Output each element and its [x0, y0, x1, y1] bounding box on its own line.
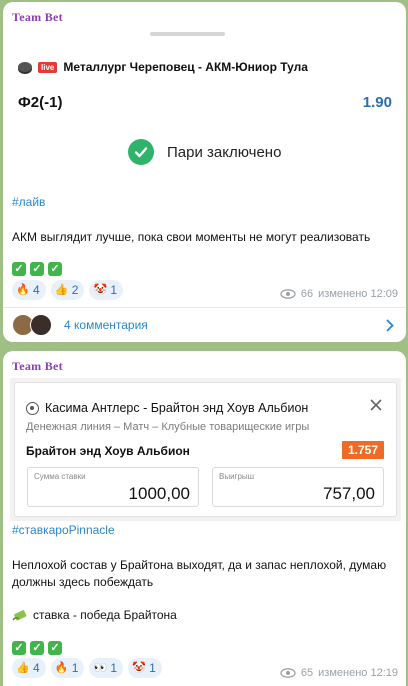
sheet-handle [150, 32, 225, 36]
check-marks: ✓ ✓ ✓ [12, 262, 62, 276]
comments-count: 4 комментария [64, 318, 148, 332]
check-mark-icon: ✓ [48, 641, 62, 655]
fire-emoji-icon: 🔥 [16, 284, 30, 296]
check-marks: ✓ ✓ ✓ [12, 641, 62, 655]
bet-slip-screenshot[interactable]: Касима Антлерс - Брайтон энд Хоув Альбио… [10, 378, 401, 521]
reaction-clown[interactable]: 🤡 1 [89, 280, 124, 300]
check-mark-icon: ✓ [12, 262, 26, 276]
bet-odds: 1.90 [362, 94, 392, 111]
check-mark-icon: ✓ [30, 641, 44, 655]
commenter-avatars [12, 314, 54, 336]
check-mark-icon: ✓ [30, 262, 44, 276]
avatar [30, 314, 52, 336]
post-meta: 65 изменено 12:19 [280, 667, 398, 679]
soccer-ball-icon [26, 401, 39, 415]
bet-slip-header: Касима Антлерс - Брайтон энд Хоув Альбио… [26, 401, 308, 415]
confirmation-text: Пари заключено [167, 143, 282, 161]
live-badge: live [38, 61, 58, 73]
comments-link[interactable]: 4 комментария [12, 314, 148, 336]
money-with-wings-icon [12, 609, 27, 621]
check-mark-icon: ✓ [48, 262, 62, 276]
fire-emoji-icon: 🔥 [54, 662, 69, 674]
eye-icon [280, 289, 296, 299]
reaction-count: 4 [33, 283, 40, 297]
close-icon [370, 399, 382, 411]
reaction-thumbs-up[interactable]: 👍 2 [50, 280, 85, 300]
hashtag-link[interactable]: #ставкаpоPinnacle [12, 523, 115, 537]
post-text: АКМ выглядит лучше, пока свои моменты не… [12, 230, 371, 244]
bet-market: Ф2(-1) [18, 94, 63, 111]
views-count: 66 [300, 288, 314, 300]
hashtag-link[interactable]: #лайв [12, 195, 45, 209]
reaction-count: 1 [110, 661, 118, 675]
reaction-count: 1 [149, 661, 156, 675]
reaction-count: 2 [71, 283, 79, 297]
channel-name[interactable]: Team Bet [12, 359, 63, 374]
thumbs-up-emoji-icon: 👍 [54, 284, 69, 296]
check-circle-icon [128, 139, 154, 165]
divider [3, 307, 406, 308]
win-field: Выигрыш 757,00 [212, 467, 384, 507]
eyes-emoji-icon: 👀 [93, 662, 108, 674]
reactions: 🔥 4 👍 2 🤡 1 [12, 280, 124, 300]
slip-pick: Брайтон энд Хоув Альбион [26, 444, 190, 458]
match-row: live Металлург Череповец - АКМ-Юниор Тул… [18, 60, 308, 74]
reaction-thumbs-up[interactable]: 👍 4 [12, 658, 46, 678]
post-meta: 66 изменено 12:09 [280, 288, 398, 300]
bet-slip-card: Касима Антлерс - Брайтон энд Хоув Альбио… [14, 382, 397, 517]
stake-field: Сумма ставки 1000,00 [27, 467, 199, 507]
eye-icon [280, 668, 296, 678]
bet-line: ставка - победа Брайтона [12, 607, 177, 624]
reactions: 👍 4 🔥 1 👀 1 🤡 1 [12, 658, 162, 678]
bet-confirmation: Пари заключено [128, 139, 281, 165]
reaction-clown[interactable]: 🤡 1 [128, 658, 162, 678]
stake-label: Сумма ставки [34, 472, 86, 481]
edited-time: изменено 12:19 [318, 667, 398, 679]
clown-emoji-icon: 🤡 [93, 284, 108, 296]
check-mark-icon: ✓ [12, 641, 26, 655]
reaction-fire[interactable]: 🔥 4 [12, 280, 46, 300]
bet-line-text: ставка - победа Брайтона [33, 608, 177, 622]
post-2: Team Bet Касима Антлерс - Брайтон энд Хо… [3, 351, 406, 686]
views-count: 65 [300, 667, 314, 679]
win-label: Выигрыш [219, 472, 255, 481]
post-text: Неплохой состав у Брайтона выходят, да и… [12, 558, 387, 589]
reaction-count: 1 [71, 661, 79, 675]
post-1: Team Bet live Металлург Череповец - АКМ-… [3, 2, 406, 342]
slip-match-title: Касима Антлерс - Брайтон энд Хоув Альбио… [45, 401, 309, 415]
channel-name[interactable]: Team Bet [12, 10, 63, 25]
thumbs-up-emoji-icon: 👍 [16, 662, 30, 674]
slip-subtitle: Денежная линия – Матч – Клубные товарище… [26, 421, 310, 433]
stake-value: 1000,00 [128, 484, 190, 503]
clown-emoji-icon: 🤡 [132, 662, 146, 674]
win-value: 757,00 [323, 484, 375, 503]
match-title: Металлург Череповец - АКМ-Юниор Тула [63, 60, 308, 74]
edited-time: изменено 12:09 [318, 288, 398, 300]
reaction-eyes[interactable]: 👀 1 [89, 658, 124, 678]
reaction-count: 4 [33, 661, 40, 675]
hockey-puck-icon [18, 62, 32, 72]
reaction-fire[interactable]: 🔥 1 [50, 658, 85, 678]
chevron-right-icon[interactable] [386, 319, 394, 332]
reaction-count: 1 [110, 283, 118, 297]
slip-odds-badge: 1.757 [341, 441, 384, 459]
